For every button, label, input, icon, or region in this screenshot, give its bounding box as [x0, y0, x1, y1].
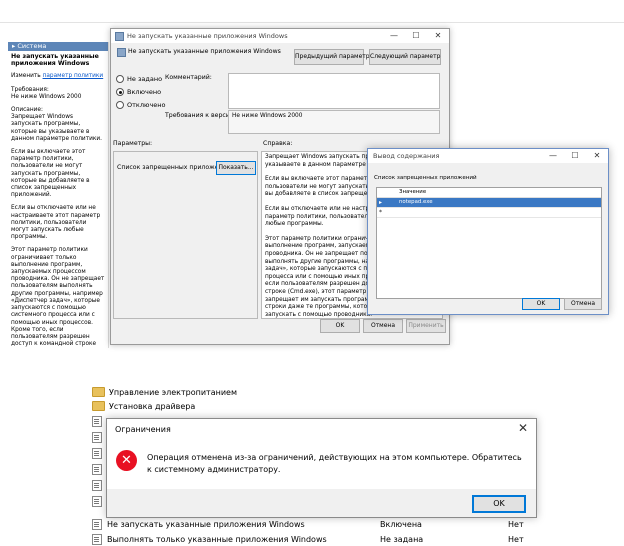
maximize-icon[interactable]: ☐ — [405, 29, 427, 43]
policy-item-partial[interactable] — [92, 448, 107, 459]
description-p2: Если вы включаете этот параметр политики… — [11, 149, 90, 199]
policy-row[interactable]: Не запускать указанные приложения Window… — [92, 519, 532, 530]
value-column-header: Значение — [399, 189, 427, 195]
policy-doc-icon — [92, 496, 102, 507]
close-icon[interactable]: ✕ — [427, 29, 449, 43]
policy-doc-icon — [92, 464, 102, 475]
close-icon[interactable]: ✕ — [518, 421, 528, 435]
show-contents-dialog: Вывод содержания — ☐ ✕ Список запрещенны… — [367, 148, 609, 315]
ok-button[interactable]: OK — [320, 319, 360, 333]
policy-doc-icon — [92, 416, 102, 427]
list-cancel-button[interactable]: Отмена — [564, 298, 602, 310]
help-label: Справка: — [263, 140, 293, 147]
policy-item-partial[interactable] — [92, 496, 107, 507]
error-icon: ✕ — [116, 450, 137, 471]
panel-header: ▸ Система — [8, 42, 108, 51]
policy-doc-icon — [92, 519, 102, 530]
options-pane: Список запрещенных приложений Показать..… — [113, 151, 258, 319]
policy-row[interactable]: Выполнять только указанные приложения Wi… — [92, 534, 532, 545]
policy-description-panel: ▸ Система Не запускать указанные приложе… — [8, 42, 109, 348]
policy-doc-icon — [92, 432, 102, 443]
policy-item-partial[interactable] — [92, 480, 107, 491]
policy-item-partial[interactable] — [92, 464, 107, 475]
folder-icon — [92, 387, 105, 397]
policy-icon — [115, 32, 124, 41]
grid-header: Значение — [377, 188, 601, 198]
comment-label: Комментарий: — [165, 74, 212, 81]
previous-setting-button[interactable]: Предыдущий параметр — [294, 49, 370, 65]
radio-not-configured[interactable]: Не задано — [116, 75, 162, 83]
policy-doc-icon — [92, 480, 102, 491]
policy-item-partial[interactable] — [92, 432, 107, 443]
policy-name: Не запускать указанные приложения Window… — [128, 48, 281, 55]
version-requirements-label: Требования к версии: — [165, 112, 236, 119]
policy-setting-icon — [117, 48, 126, 57]
radio-enabled[interactable]: Включено — [116, 88, 161, 96]
apply-button[interactable]: Применить — [406, 319, 446, 333]
close-icon[interactable]: ✕ — [586, 149, 608, 163]
minimize-icon[interactable]: — — [542, 149, 564, 163]
error-message: Операция отменена из-за ограничений, дей… — [147, 453, 522, 474]
next-setting-button[interactable]: Следующий параметр — [369, 49, 441, 65]
show-contents-titlebar[interactable]: Вывод содержания — ☐ ✕ — [368, 149, 608, 163]
restrictions-dialog: Ограничения ✕ ✕ Операция отменена из-за … — [106, 418, 537, 518]
minimize-icon[interactable]: — — [383, 29, 405, 43]
policy-item-partial[interactable] — [92, 416, 107, 427]
maximize-icon[interactable]: ☐ — [564, 149, 586, 163]
grid-new-row[interactable]: * — [377, 208, 601, 218]
list-ok-button[interactable]: OK — [522, 298, 560, 310]
new-row-icon: * — [379, 209, 382, 216]
folder-icon — [92, 401, 105, 411]
description-p3: Если вы отключаете или не настраиваете э… — [11, 205, 101, 241]
cancel-button[interactable]: Отмена — [363, 319, 403, 333]
requirements: Требования: Не ниже Windows 2000 — [11, 86, 82, 100]
policy-doc-icon — [92, 534, 102, 545]
description-label-block: Описание: Запрещает Windows запускать про… — [11, 107, 102, 142]
policy-title: Не запускать указанные приложения Window… — [11, 53, 99, 68]
grid-row[interactable]: ▸ notepad.exe — [377, 198, 601, 208]
row-pointer-icon: ▸ — [379, 199, 383, 206]
error-ok-button[interactable]: OK — [472, 495, 526, 513]
radio-disabled[interactable]: Отключено — [116, 101, 166, 109]
toolbar-divider — [0, 22, 624, 23]
dialog-footer: OK — [107, 489, 536, 517]
disallowed-list-label: Список запрещенных приложений — [117, 164, 231, 171]
folder-item-driver[interactable]: Установка драйвера — [92, 401, 195, 411]
options-label: Параметры: — [113, 140, 153, 147]
show-button[interactable]: Показать... — [216, 161, 256, 175]
values-grid[interactable]: Значение ▸ notepad.exe * — [376, 187, 602, 299]
policy-doc-icon — [92, 448, 102, 459]
policy-dialog-titlebar[interactable]: Не запускать указанные приложения Window… — [111, 29, 449, 43]
edit-policy-line: Изменить параметр политики — [11, 73, 104, 80]
list-caption: Список запрещенных приложений — [374, 175, 477, 181]
edit-policy-link[interactable]: параметр политики — [43, 73, 104, 79]
version-requirements-value: Не ниже Windows 2000 — [228, 110, 440, 134]
comment-input[interactable] — [228, 73, 440, 109]
folder-item-power[interactable]: Управление электропитанием — [92, 387, 237, 397]
restrictions-title: Ограничения — [115, 425, 171, 434]
description-p4: Этот параметр политики ограничивает толь… — [11, 247, 105, 348]
